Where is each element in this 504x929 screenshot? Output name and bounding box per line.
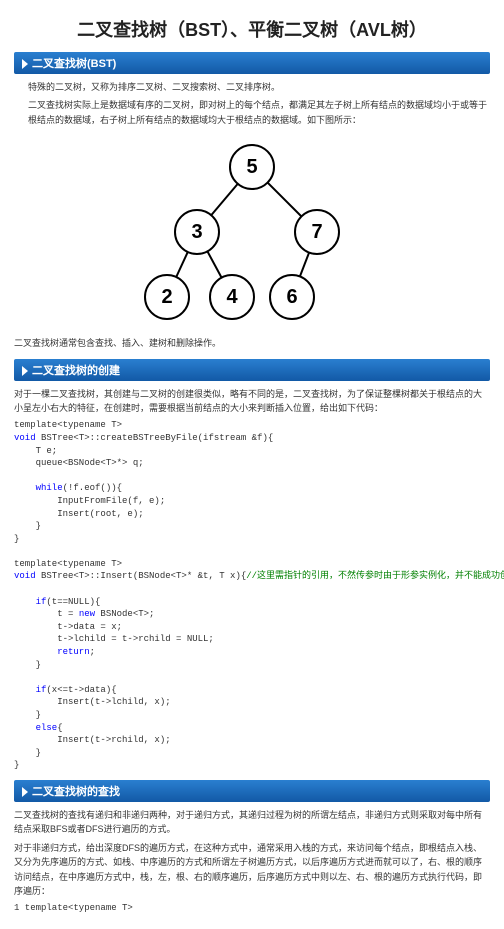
- para: 对于一棵二叉查找树，其创建与二叉树的创建很类似，略有不同的是，二叉查找树，为了保…: [14, 387, 490, 416]
- node-6: 6: [286, 286, 297, 308]
- tree-diagram: 5 3 7 2 4 6: [14, 137, 490, 330]
- node-5: 5: [246, 156, 257, 178]
- section-header-search: 二叉查找树的查找: [14, 780, 490, 802]
- section-header-create: 二叉查找树的创建: [14, 359, 490, 381]
- code-block-search: 1 template<typename T>: [14, 902, 490, 915]
- node-4: 4: [226, 286, 238, 308]
- para: 二叉查找树通常包含查找、插入、建树和删除操作。: [14, 336, 490, 350]
- para: 特殊的二叉树，又称为排序二叉树、二叉搜索树、二叉排序树。: [28, 80, 490, 94]
- node-3: 3: [191, 221, 202, 243]
- section-header-bst: 二叉查找树(BST): [14, 52, 490, 74]
- para: 对于非递归方式，给出深度DFS的遍历方式，在这种方式中，通常采用入栈的方式，来访…: [14, 841, 490, 899]
- code-block-create: template<typename T> void BSTree<T>::cre…: [14, 419, 490, 772]
- para: 二叉查找树实际上是数据域有序的二叉树，即对树上的每个结点，都满足其左子树上所有结…: [28, 98, 490, 127]
- node-2: 2: [161, 286, 172, 308]
- node-7: 7: [311, 221, 322, 243]
- page-title: 二叉查找树（BST）、平衡二叉树（AVL树）: [14, 16, 490, 42]
- para: 二叉查找树的查找有递归和非递归两种，对于递归方式，其递归过程为树的所谓左结点，非…: [14, 808, 490, 837]
